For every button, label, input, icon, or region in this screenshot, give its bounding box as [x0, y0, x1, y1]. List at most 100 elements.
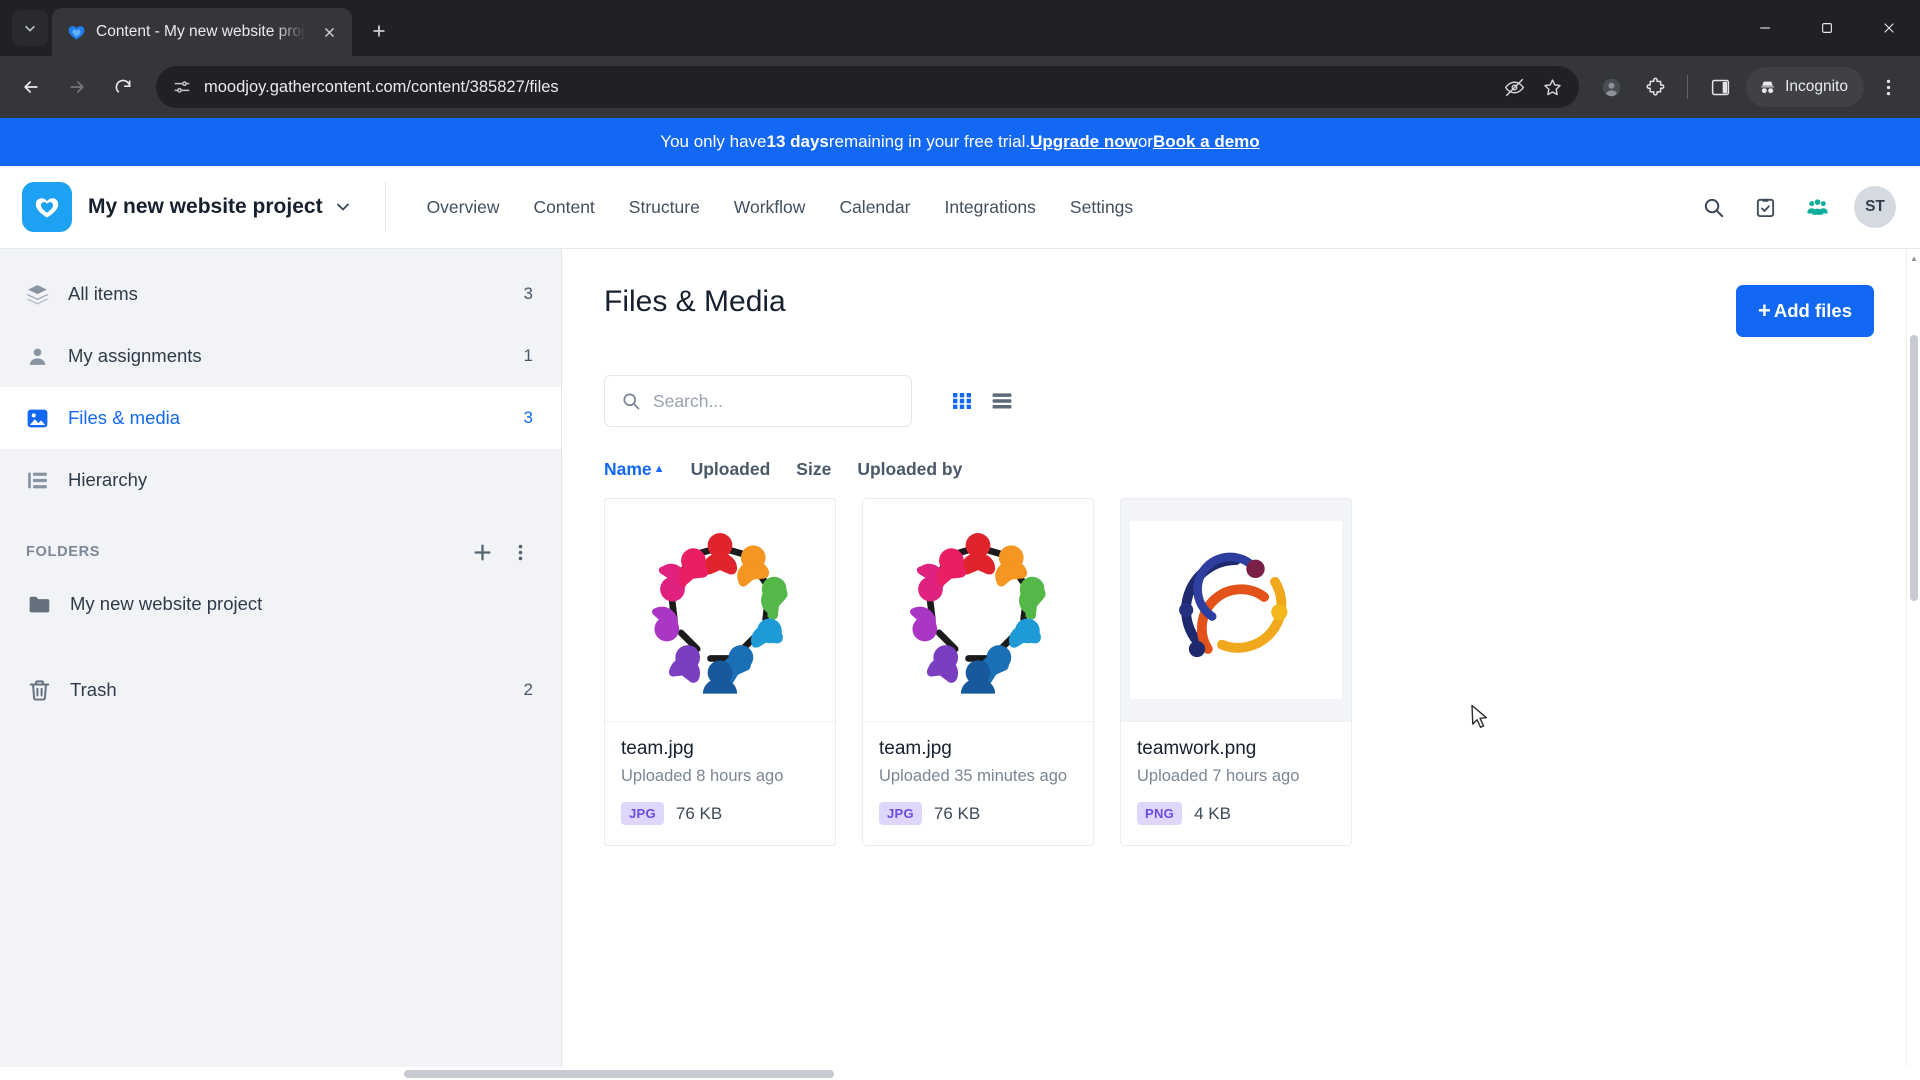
sidebar-item-all-items[interactable]: All items 3: [0, 263, 561, 325]
nav-item-calendar[interactable]: Calendar: [822, 197, 927, 218]
trash-label: Trash: [70, 679, 117, 700]
folder-item-my-new-website-project[interactable]: My new website project: [0, 575, 561, 633]
scroll-up-arrow-icon[interactable]: ▲: [1907, 251, 1920, 265]
horizontal-scrollbar[interactable]: [0, 1067, 1920, 1080]
maximize-button[interactable]: [1796, 0, 1858, 56]
team-circle-people-image: [652, 533, 788, 694]
trial-lead-text: You only have: [660, 132, 767, 151]
user-avatar[interactable]: ST: [1854, 186, 1896, 228]
folders-menu-button[interactable]: [507, 539, 533, 565]
nav-item-structure[interactable]: Structure: [612, 197, 717, 218]
window-controls: [1734, 0, 1920, 56]
view-mode-toggle: [948, 387, 1016, 415]
nav-item-workflow[interactable]: Workflow: [717, 197, 823, 218]
sort-column-uploaded-by[interactable]: Uploaded by: [857, 459, 962, 480]
layers-icon: [24, 281, 50, 307]
nav-item-settings[interactable]: Settings: [1053, 197, 1150, 218]
search-input[interactable]: [653, 390, 895, 412]
nav-item-overview[interactable]: Overview: [410, 197, 517, 218]
split-view-button[interactable]: [1700, 67, 1740, 107]
plus-icon: [373, 25, 385, 37]
add-files-button[interactable]: + Add files: [1736, 285, 1874, 337]
app-header: My new website project Overview Content …: [0, 166, 1920, 249]
profile-avatar-button[interactable]: [1591, 67, 1631, 107]
upgrade-now-link[interactable]: Upgrade now: [1030, 132, 1138, 152]
page-title: Files & Media: [604, 285, 786, 318]
grid-view-button[interactable]: [948, 387, 976, 415]
sort-column-uploaded[interactable]: Uploaded: [691, 459, 771, 480]
header-actions: ST: [1692, 186, 1920, 228]
list-tree-icon: [24, 467, 50, 493]
browser-tab[interactable]: Content - My new website proj: [52, 8, 352, 56]
minimize-icon: [1760, 27, 1770, 29]
site-settings-icon[interactable]: [172, 77, 192, 97]
teamwork-swirl-image: [1179, 552, 1288, 658]
minimize-button[interactable]: [1734, 0, 1796, 56]
file-card[interactable]: team.jpg Uploaded 8 hours ago JPG 76 KB: [604, 498, 836, 846]
search-icon: [1704, 198, 1723, 217]
extensions-button[interactable]: [1635, 67, 1675, 107]
reload-button[interactable]: [102, 66, 144, 108]
vertical-scrollbar[interactable]: ▲ ▼: [1906, 249, 1920, 1080]
sidebar-item-count: 1: [523, 346, 533, 365]
trash-icon: [26, 677, 52, 703]
address-bar[interactable]: moodjoy.gathercontent.com/content/385827…: [156, 66, 1580, 108]
tab-title: Content - My new website proj: [96, 23, 305, 40]
sidebar-item-hierarchy[interactable]: Hierarchy: [0, 449, 561, 511]
forward-button[interactable]: [56, 66, 98, 108]
add-folder-button[interactable]: [469, 539, 495, 565]
file-card[interactable]: teamwork.png Uploaded 7 hours ago PNG 4 …: [1120, 498, 1352, 846]
search-icon: [623, 393, 640, 410]
team-circle-people-image: [910, 533, 1046, 694]
sort-column-label: Name: [604, 459, 652, 479]
file-size: 76 KB: [933, 803, 981, 823]
header-divider: [384, 182, 386, 232]
new-tab-button[interactable]: [362, 14, 396, 48]
gathercontent-logo-icon: [35, 198, 59, 218]
nav-item-content[interactable]: Content: [517, 197, 612, 218]
horizontal-scrollbar-thumb[interactable]: [404, 1070, 834, 1078]
tab-search-button[interactable]: [12, 10, 48, 46]
file-card-body: team.jpg Uploaded 8 hours ago JPG 76 KB: [605, 721, 835, 845]
tasks-button[interactable]: [1744, 186, 1786, 228]
person-icon: [24, 343, 50, 369]
sidebar-item-label: Files & media: [68, 407, 181, 428]
file-size: 76 KB: [675, 803, 723, 823]
reload-icon: [115, 79, 131, 93]
incognito-icon: [1761, 81, 1774, 93]
sidebar-item-my-assignments[interactable]: My assignments 1: [0, 325, 561, 387]
search-box[interactable]: [604, 375, 912, 427]
people-button[interactable]: [1796, 186, 1838, 228]
chevron-down-icon: [335, 199, 351, 215]
sidebar-item-trash[interactable]: Trash 2: [0, 661, 561, 719]
app-logo[interactable]: [22, 182, 72, 232]
eye-slash-icon[interactable]: [1501, 74, 1527, 100]
address-bar-url: moodjoy.gathercontent.com/content/385827…: [204, 77, 559, 96]
list-view-button[interactable]: [988, 387, 1016, 415]
sort-column-name[interactable]: Name ▲: [604, 459, 665, 480]
file-card[interactable]: team.jpg Uploaded 35 minutes ago JPG 76 …: [862, 498, 1094, 846]
close-window-button[interactable]: [1858, 0, 1920, 56]
back-button[interactable]: [10, 66, 52, 108]
file-meta: JPG 76 KB: [879, 802, 1077, 825]
plus-icon: [473, 543, 491, 561]
nav-item-integrations[interactable]: Integrations: [927, 197, 1052, 218]
incognito-indicator[interactable]: Incognito: [1746, 67, 1864, 107]
file-name: team.jpg: [879, 738, 952, 759]
sidebar-item-count: 3: [523, 284, 533, 303]
sort-column-size[interactable]: Size: [796, 459, 831, 480]
trash-count: 2: [523, 680, 533, 699]
project-switcher[interactable]: My new website project: [88, 195, 351, 219]
files-grid-area: team.jpg Uploaded 8 hours ago JPG 76 KB: [604, 498, 1874, 846]
page-header: Files & Media + Add files: [604, 285, 1874, 337]
book-a-demo-link[interactable]: Book a demo: [1153, 132, 1260, 152]
file-uploaded-time: Uploaded 7 hours ago: [1137, 767, 1300, 785]
tab-close-button[interactable]: [316, 19, 342, 45]
vertical-scrollbar-thumb[interactable]: [1910, 335, 1918, 601]
sidebar-item-files-media[interactable]: Files & media 3: [0, 387, 561, 449]
browser-menu-button[interactable]: [1868, 67, 1908, 107]
global-search-button[interactable]: [1692, 186, 1734, 228]
bookmark-star-icon[interactable]: [1539, 74, 1565, 100]
close-icon: [324, 27, 334, 37]
sidebar-item-count: 3: [523, 408, 533, 427]
